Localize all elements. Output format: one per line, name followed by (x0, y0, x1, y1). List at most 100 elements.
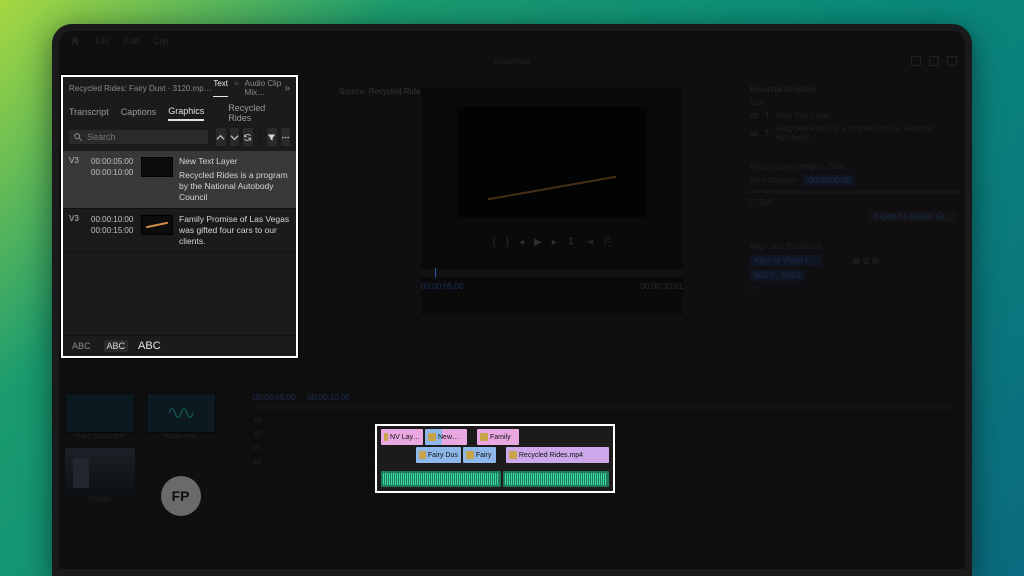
project-bin-item[interactable]: Photos (65, 448, 135, 503)
export-mogrt-button[interactable]: Export As Motion Gr… (869, 211, 957, 222)
fx-badge-icon (428, 433, 436, 441)
overwrite-icon[interactable]: ⇥ (585, 237, 593, 248)
timeline-ruler[interactable] (253, 404, 957, 410)
refresh-icon (243, 133, 252, 142)
step-fwd-icon[interactable]: ▸ (552, 237, 557, 248)
workspace-bar: Essentials (59, 51, 965, 71)
mark-out-icon[interactable]: } (506, 237, 509, 248)
prev-button[interactable] (216, 128, 226, 146)
program-monitor: 00;00;05;00 00;00;30;01 { } ◂ ▶ ▸ ↧ ⇥ ⎘ (421, 87, 683, 315)
play-icon[interactable]: ▶ (534, 237, 542, 248)
clip-v2-1[interactable]: Fairy Dus (416, 447, 461, 463)
workspace-name[interactable]: Essentials (494, 57, 530, 66)
eg-layer-row[interactable]: T Recycled Rides is a program by the Nat… (746, 122, 961, 144)
program-frame (457, 107, 647, 217)
menu-clip[interactable]: Clip (153, 36, 169, 46)
essential-graphics-panel: Essential Graphics Edit T New Text Layer… (746, 83, 961, 383)
fx-badge-icon (384, 433, 388, 441)
timeline-clips-highlight: NV Lay… New… Family Fairy Dus Fairy Recy… (375, 424, 615, 493)
align-button[interactable]: Align to Video F… (750, 255, 822, 266)
panel-overflow-icon[interactable]: » (284, 83, 290, 94)
window-min-icon[interactable] (911, 56, 921, 66)
more-button[interactable] (281, 128, 291, 146)
clip-v3-3[interactable]: Family (477, 429, 519, 445)
app-menu-bar: File Edit Clip (59, 31, 965, 51)
view-mode-mid[interactable]: ABC (104, 340, 129, 352)
text-panel-tabs: Transcript Captions Graphics Recycled Ri… (63, 99, 296, 123)
clip-audio-2[interactable] (503, 471, 609, 487)
mark-in-icon[interactable]: { (492, 237, 495, 248)
project-bin-item[interactable]: Fairy Dust.mp4 (65, 393, 135, 440)
clip-text: Family Promise of Las Vegas was gifted f… (179, 214, 290, 247)
clip-v3-2[interactable]: New… (425, 429, 467, 445)
eg-title: Essential Graphics (746, 83, 961, 96)
tab-captions[interactable]: Captions (121, 107, 157, 120)
chevron-down-icon (230, 133, 239, 142)
clip-v3-1[interactable]: NV Lay… (381, 429, 423, 445)
clip-audio-1[interactable] (381, 471, 501, 487)
fx-badge-icon (509, 451, 517, 459)
ellipsis-icon (281, 133, 290, 142)
mini-tab-text[interactable]: Text (213, 79, 228, 97)
window-max-icon[interactable] (929, 56, 939, 66)
eg-align-section: Align and Transform Align to Video F… ▦ … (746, 240, 961, 296)
monitor-frame: File Edit Clip Essentials Recycled Rides… (52, 24, 972, 576)
text-panel-header: Recycled Rides: Fairy Dust · 3120.mp4 00… (63, 77, 296, 99)
graphics-item[interactable]: V3 00:00:05:00 00:00:10:00 New Text Laye… (63, 151, 296, 209)
view-mode-big[interactable]: ABC (138, 340, 161, 352)
search-icon (73, 132, 83, 142)
timecode: 00:00:05:00 00:00:10:00 (91, 156, 135, 203)
mini-tab-divider: ≡ (234, 79, 239, 97)
sequence-timecode[interactable]: 00;00;05;00 (253, 393, 295, 402)
project-panel: Fairy Dust.mp4 Audio.wav Photos FP (61, 389, 241, 559)
filter-button[interactable] (267, 128, 277, 146)
project-bin-item[interactable]: FP (146, 472, 216, 520)
clip-v2-2[interactable]: Fairy (463, 447, 496, 463)
text-panel-footer: ABC ABC ABC (63, 335, 296, 356)
text-panel: Recycled Rides: Fairy Dust · 3120.mp4 00… (61, 75, 298, 358)
clip-thumbnail (141, 157, 173, 177)
fx-badge-icon (419, 451, 426, 459)
program-tc-duration: 00;00;30;01 (641, 282, 683, 291)
panel-title: Recycled Rides: Fairy Dust · 3120.mp4 00… (69, 84, 213, 93)
replace-button[interactable] (243, 128, 253, 146)
menu-edit[interactable]: Edit (124, 36, 140, 46)
view-mode-small[interactable]: ABC (69, 340, 94, 352)
source-monitor-label: Source: Recycled Rides (339, 87, 424, 96)
eg-responsive-section: Responsive Design – Time Intro Duration0… (746, 160, 961, 224)
search-input-wrap[interactable] (69, 130, 208, 144)
chevron-up-icon (216, 133, 225, 142)
graphics-item[interactable]: V3 00:00:10:00 00:00:15:00 Family Promis… (63, 209, 296, 253)
graphics-list: V3 00:00:05:00 00:00:10:00 New Text Laye… (63, 151, 296, 335)
project-bin-item[interactable]: Audio.wav (146, 393, 216, 440)
mini-tab-audio[interactable]: Audio Clip Mix… (245, 79, 285, 97)
insert-icon[interactable]: ↧ (567, 237, 575, 248)
tab-transcript[interactable]: Transcript (69, 107, 109, 120)
track-v2: Fairy Dus Fairy Recycled Rides.mp4 (381, 447, 609, 463)
search-input[interactable] (87, 132, 204, 142)
eg-tab-edit[interactable]: Edit (746, 96, 961, 109)
sequence-link[interactable]: Recycled Rides (228, 103, 290, 123)
fp-logo-icon: FP (161, 476, 201, 516)
eye-icon[interactable] (750, 111, 759, 120)
tab-graphics[interactable]: Graphics (168, 106, 204, 121)
next-button[interactable] (230, 128, 240, 146)
step-back-icon[interactable]: ◂ (519, 237, 524, 248)
export-frame-icon[interactable]: ⎘ (604, 237, 612, 248)
track-v3: NV Lay… New… Family (381, 429, 609, 445)
track-label: V3 (69, 214, 85, 247)
clip-thumbnail (141, 215, 173, 235)
clip-v1-1[interactable]: Recycled Rides.mp4 (506, 447, 609, 463)
home-icon[interactable] (69, 35, 81, 47)
funnel-icon (267, 133, 276, 142)
fx-badge-icon (466, 451, 474, 459)
menu-file[interactable]: File (95, 36, 110, 46)
program-scrubber[interactable] (421, 269, 683, 277)
transport-controls: { } ◂ ▶ ▸ ↧ ⇥ ⎘ (421, 237, 683, 248)
eye-icon[interactable] (750, 129, 758, 138)
eg-layer-row[interactable]: T New Text Layer (746, 109, 961, 122)
fx-badge-icon (480, 433, 488, 441)
program-tc-current: 00;00;05;00 (421, 282, 463, 291)
window-close-icon[interactable] (947, 56, 957, 66)
toolbar-separator (260, 128, 261, 146)
